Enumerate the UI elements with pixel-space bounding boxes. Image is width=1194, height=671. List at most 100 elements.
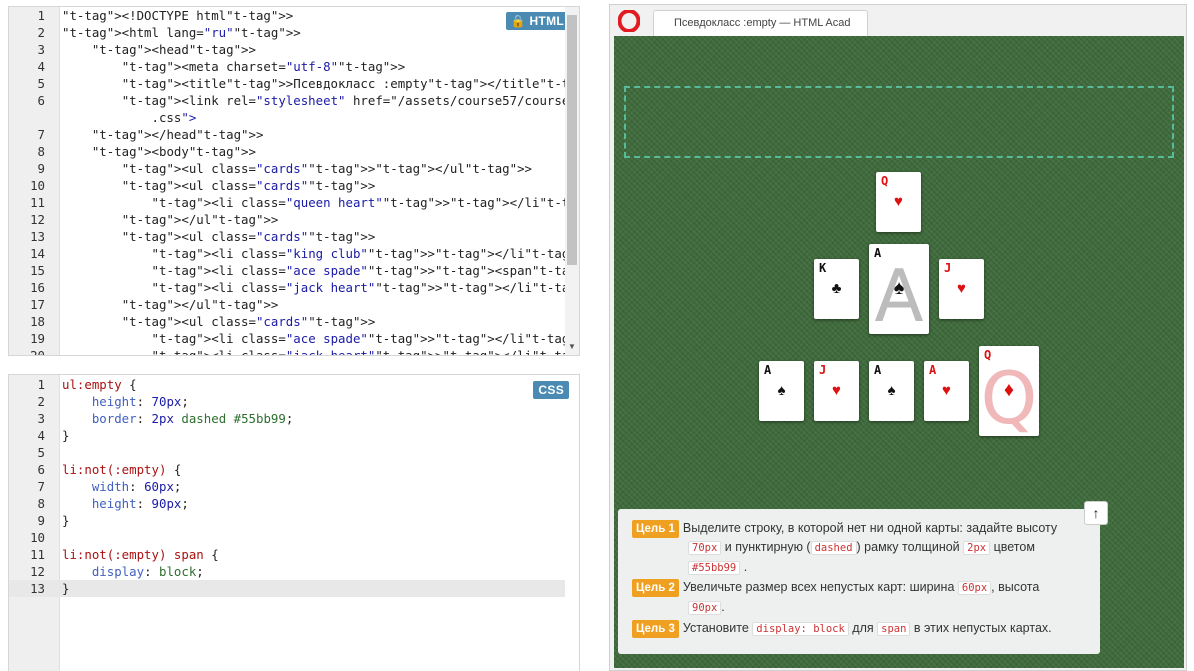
- code-text[interactable]: "t-tag"><li class="jack heart""t-tag">>"…: [62, 347, 579, 355]
- scroll-down-icon[interactable]: ▼: [568, 342, 576, 351]
- code-text[interactable]: "t-tag"></ul"t-tag">>: [62, 211, 279, 228]
- code-text[interactable]: "t-tag"></ul"t-tag">>: [62, 296, 279, 313]
- html-editor[interactable]: 1 "t-tag"><!DOCTYPE html"t-tag">> 2 "t-tag"…: [8, 6, 580, 356]
- code-line[interactable]: 8 height: 90px;: [9, 495, 565, 512]
- code-line[interactable]: .css">: [9, 109, 565, 126]
- line-number: 17: [30, 297, 45, 312]
- code-line[interactable]: 5 "t-tag"><title"t-tag">>Псевдокласс :em…: [9, 75, 579, 92]
- code-line[interactable]: 6 li:not(:empty) {: [9, 461, 565, 478]
- code-line[interactable]: 3 border: 2px dashed #55bb99;: [9, 410, 565, 427]
- task-text: .: [743, 560, 748, 574]
- task-text: Увеличьте размер всех непустых карт: шир…: [682, 580, 955, 594]
- code-line[interactable]: 13}: [9, 580, 565, 597]
- code-text[interactable]: height: 90px;: [62, 495, 189, 512]
- html-code-area[interactable]: 1 "t-tag"><!DOCTYPE html"t-tag">> 2 "t-tag"…: [9, 7, 579, 355]
- code-line[interactable]: 15 "t-tag"><li class="ace spade""t-tag">…: [9, 262, 579, 279]
- code-text[interactable]: "t-tag"><li class="queen heart""t-tag">>…: [62, 194, 579, 211]
- code-line[interactable]: 4 "t-tag"><meta charset="utf-8""t-tag">>: [9, 58, 565, 75]
- empty-card-row: [624, 86, 1174, 158]
- code-line[interactable]: 1 ul:empty {: [9, 376, 565, 393]
- code-line[interactable]: 8 "t-tag"><body"t-tag">>: [9, 143, 565, 160]
- code-text[interactable]: height: 70px;: [62, 393, 189, 410]
- suit-icon: ♥: [957, 281, 966, 297]
- code-text[interactable]: "t-tag"><li class="jack heart""t-tag">>"…: [62, 279, 579, 296]
- card-rank: J: [819, 363, 827, 377]
- code-line[interactable]: 2 "t-tag"><html lang="ru""t-tag">>: [9, 24, 565, 41]
- code-line[interactable]: 2 height: 70px;: [9, 393, 565, 410]
- code-text[interactable]: "t-tag"><!DOCTYPE html"t-tag">>: [62, 7, 293, 24]
- code-line[interactable]: 20 "t-tag"><li class="jack heart""t-tag"…: [9, 347, 579, 355]
- code-text[interactable]: "t-tag"><ul class="cards""t-tag">>: [62, 313, 376, 330]
- code-line[interactable]: 3 "t-tag"><head"t-tag">>: [9, 41, 565, 58]
- code-text[interactable]: "t-tag"><head"t-tag">>: [62, 41, 256, 58]
- code-text[interactable]: "t-tag"><li class="ace spade""t-tag">>"t…: [62, 262, 579, 279]
- line-number: 16: [30, 280, 45, 295]
- code-line[interactable]: 5: [9, 444, 565, 461]
- suit-icon: ♦: [1003, 379, 1015, 401]
- css-code-area[interactable]: 1 ul:empty {2 height: 70px; 3 border: 2px …: [9, 375, 579, 671]
- inline-code: 2px: [963, 541, 991, 555]
- code-text[interactable]: }: [62, 580, 69, 597]
- code-text[interactable]: "t-tag"><ul class="cards""t-tag">>: [62, 228, 376, 245]
- code-text[interactable]: "t-tag"><meta charset="utf-8""t-tag">>: [62, 58, 405, 75]
- code-text[interactable]: ul:empty {: [62, 376, 137, 393]
- code-text[interactable]: li:not(:empty) {: [62, 461, 181, 478]
- lock-icon: 🔒: [510, 14, 526, 28]
- line-number: 15: [30, 263, 45, 278]
- code-line[interactable]: 7 "t-tag"></head"t-tag">>: [9, 126, 565, 143]
- line-number: 14: [30, 246, 45, 261]
- code-text[interactable]: display: block;: [62, 563, 204, 580]
- line-number: 6: [37, 462, 45, 477]
- code-line[interactable]: 16 "t-tag"><li class="jack heart""t-tag"…: [9, 279, 579, 296]
- opera-logo-icon[interactable]: [618, 10, 640, 32]
- code-line[interactable]: 14 "t-tag"><li class="king club""t-tag">…: [9, 245, 579, 262]
- code-line[interactable]: 9 "t-tag"><ul class="cards""t-tag">>"t-t…: [9, 160, 565, 177]
- code-text[interactable]: width: 60px;: [62, 478, 182, 495]
- code-text[interactable]: "t-tag"><ul class="cards""t-tag">>: [62, 177, 376, 194]
- code-line[interactable]: 12 "t-tag"></ul"t-tag">>: [9, 211, 565, 228]
- code-line[interactable]: 18 "t-tag"><ul class="cards""t-tag">>: [9, 313, 565, 330]
- line-number: 11: [30, 547, 45, 562]
- code-line[interactable]: 12 display: block;: [9, 563, 565, 580]
- code-text[interactable]: "t-tag"><link rel="stylesheet" href="/as…: [62, 92, 570, 109]
- card-rank: A: [874, 363, 882, 377]
- inline-code: 60px: [957, 581, 992, 595]
- code-text[interactable]: li:not(:empty) span {: [62, 546, 219, 563]
- playing-card: A ♠: [759, 361, 804, 421]
- code-line[interactable]: 10: [9, 529, 565, 546]
- line-number: 13: [30, 229, 45, 244]
- code-line[interactable]: 10 "t-tag"><ul class="cards""t-tag">>: [9, 177, 565, 194]
- line-number: 13: [30, 581, 45, 596]
- code-line[interactable]: 7 width: 60px;: [9, 478, 565, 495]
- code-line[interactable]: 4}: [9, 427, 565, 444]
- code-text[interactable]: "t-tag"><title"t-tag">>Псевдокласс :empt…: [62, 75, 579, 92]
- css-editor[interactable]: 1 ul:empty {2 height: 70px; 3 border: 2px …: [8, 374, 580, 671]
- scroll-thumb[interactable]: [567, 15, 577, 265]
- code-line[interactable]: 11 li:not(:empty) span {: [9, 546, 565, 563]
- code-line[interactable]: 19 "t-tag"><li class="ace spade""t-tag">…: [9, 330, 579, 347]
- code-text[interactable]: "t-tag"><html lang="ru""t-tag">>: [62, 24, 301, 41]
- code-text[interactable]: "t-tag"></head"t-tag">>: [62, 126, 264, 143]
- browser-tab[interactable]: Псевдокласс :empty — HTML Acad: [653, 10, 868, 36]
- playing-card: K ♣: [814, 259, 859, 319]
- code-text[interactable]: border: 2px dashed #55bb99;: [62, 410, 293, 427]
- code-line[interactable]: 17 "t-tag"></ul"t-tag">>: [9, 296, 565, 313]
- collapse-tasks-button[interactable]: ↑: [1084, 501, 1108, 525]
- code-line[interactable]: 13 "t-tag"><ul class="cards""t-tag">>: [9, 228, 565, 245]
- code-line[interactable]: 6 "t-tag"><link rel="stylesheet" href="/…: [9, 92, 570, 109]
- editor-scrollbar[interactable]: ▼: [565, 7, 579, 355]
- line-number: 4: [37, 59, 45, 74]
- code-text[interactable]: "t-tag"><ul class="cards""t-tag">>"t-tag…: [62, 160, 532, 177]
- code-text[interactable]: }: [62, 512, 69, 529]
- html-badge-label: HTML: [529, 14, 564, 28]
- code-text[interactable]: }: [62, 427, 69, 444]
- code-line[interactable]: 11 "t-tag"><li class="queen heart""t-tag…: [9, 194, 579, 211]
- code-text[interactable]: .css">: [62, 109, 197, 126]
- code-line[interactable]: 1 "t-tag"><!DOCTYPE html"t-tag">>: [9, 7, 565, 24]
- suit-icon: ♣: [831, 281, 842, 297]
- code-text[interactable]: "t-tag"><body"t-tag">>: [62, 143, 256, 160]
- css-badge-label: CSS: [538, 383, 564, 397]
- code-text[interactable]: "t-tag"><li class="ace spade""t-tag">>"t…: [62, 330, 579, 347]
- code-line[interactable]: 9}: [9, 512, 565, 529]
- code-text[interactable]: "t-tag"><li class="king club""t-tag">>"t…: [62, 245, 579, 262]
